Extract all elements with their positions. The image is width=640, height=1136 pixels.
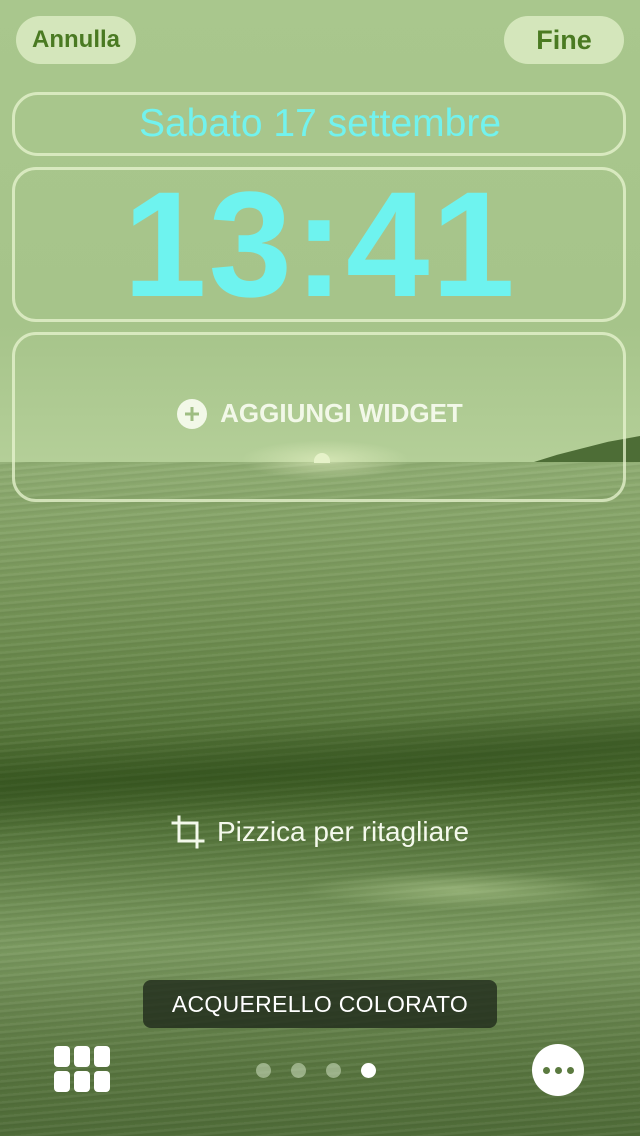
wallpaper-foam [300, 870, 620, 910]
ellipsis-icon-dot [542, 1066, 550, 1074]
cancel-button[interactable]: Annulla [16, 16, 136, 64]
page-indicator[interactable] [256, 1062, 386, 1078]
crop-icon [171, 815, 205, 849]
grid-cell [94, 1046, 110, 1067]
done-button[interactable]: Fine [504, 16, 624, 64]
grid-cell [74, 1071, 90, 1092]
crop-hint: Pizzica per ritagliare [0, 815, 640, 849]
lock-clock: 13:41 [123, 160, 517, 328]
page-dot-active[interactable] [361, 1062, 376, 1078]
lock-date: Sabato 17 settembre [138, 102, 502, 145]
grid-cell [74, 1046, 90, 1067]
page-dot[interactable] [326, 1062, 341, 1078]
page-dot[interactable] [256, 1062, 271, 1078]
add-widget-button[interactable]: AGGIUNGI WIDGET [0, 398, 640, 429]
page-dot[interactable] [291, 1062, 306, 1078]
more-options-button[interactable] [532, 1044, 584, 1096]
grid-cell [94, 1071, 110, 1092]
ellipsis-icon-dot [566, 1066, 574, 1074]
plus-circle-icon [177, 398, 208, 429]
add-widget-label: AGGIUNGI WIDGET [220, 398, 463, 428]
filter-name-label: ACQUERELLO COLORATO [143, 980, 497, 1028]
lock-screen-editor: Annulla Fine Sabato 17 settembre 13:41 A… [0, 0, 640, 1136]
ellipsis-icon-dot [554, 1066, 562, 1074]
grid-cell [54, 1046, 70, 1067]
grid-icon[interactable] [54, 1046, 110, 1094]
crop-hint-label: Pizzica per ritagliare [216, 816, 470, 847]
grid-cell [54, 1071, 70, 1092]
